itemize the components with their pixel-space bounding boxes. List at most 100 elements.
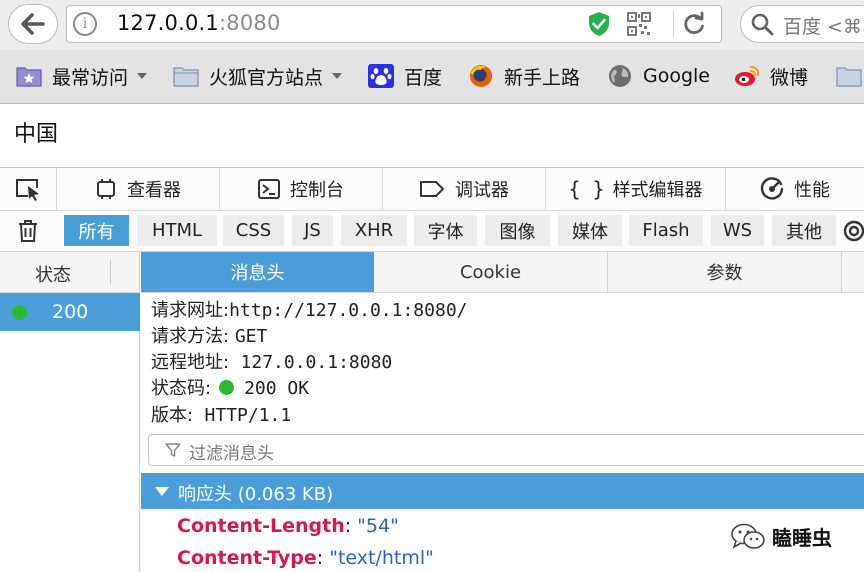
globe-icon <box>609 65 631 87</box>
chevron-down-icon <box>332 73 343 79</box>
tab-inspector-label: 查看器 <box>127 180 181 201</box>
tab-style-editor-label: 样式编辑器 <box>612 180 703 201</box>
bookmark-weibo[interactable]: 微博 <box>734 61 808 91</box>
search-icon <box>751 13 774 36</box>
remote-address-row: 远程地址: 127.0.0.1:8080 <box>151 348 392 374</box>
element-picker-button[interactable] <box>0 168 56 210</box>
bookmark-label: 火狐官方站点 <box>209 66 324 89</box>
tab-cookie[interactable]: Cookie <box>374 252 608 292</box>
page-body-text: 中国 <box>14 122 59 147</box>
filter-fonts[interactable]: 字体 <box>414 215 477 246</box>
tab-params[interactable]: 参数 <box>608 252 842 292</box>
bookmark-baidu[interactable]: 百度 <box>368 61 442 91</box>
tab-style-editor[interactable]: { } 样式编辑器 <box>545 168 725 210</box>
back-button[interactable] <box>8 4 58 44</box>
settings-cog-icon[interactable] <box>842 219 864 243</box>
status-ok-dot <box>12 305 27 320</box>
filter-ws[interactable]: WS <box>711 215 764 246</box>
bookmarks-toolbar: 最常访问 火狐官方站点 百度 新手上路 Google 微博 <box>0 50 864 104</box>
bookmark-google[interactable]: Google <box>607 61 710 91</box>
performance-gauge-icon <box>760 177 784 200</box>
filter-all[interactable]: 所有 <box>64 215 129 246</box>
request-url-value[interactable]: http://127.0.0.1:8080/ <box>229 300 467 321</box>
filter-js[interactable]: JS <box>292 215 333 246</box>
folder-icon <box>836 67 862 87</box>
remote-address-label: 远程地址: <box>151 352 230 373</box>
tab-console-label: 控制台 <box>290 180 344 201</box>
shield-check-icon[interactable] <box>587 11 611 37</box>
back-arrow-icon <box>21 13 45 35</box>
element-picker-icon <box>16 179 39 201</box>
braces-icon: { } <box>568 177 605 201</box>
remote-address-value: 127.0.0.1:8080 <box>240 352 393 373</box>
url-bar[interactable]: i 127.0.0.1:8080 <box>66 5 722 43</box>
tab-inspector[interactable]: 查看器 <box>56 168 219 210</box>
tab-console[interactable]: 控制台 <box>219 168 382 210</box>
status-code-label: 状态码: <box>151 378 212 399</box>
filter-headers-placeholder: 过滤消息头 <box>189 444 274 464</box>
request-status-code: 200 <box>52 301 89 323</box>
filter-css[interactable]: CSS <box>223 215 284 246</box>
triangle-down-icon <box>155 487 169 496</box>
trash-icon[interactable] <box>17 219 39 243</box>
inspector-icon <box>97 179 115 199</box>
weibo-icon <box>735 66 760 86</box>
funnel-icon <box>165 443 181 457</box>
header-row[interactable]: Content-Length: "54" <box>177 515 399 537</box>
watermark-text: 瞌睡虫 <box>772 526 832 550</box>
request-method-row: 请求方法: GET <box>151 322 267 348</box>
filter-headers-input[interactable]: 过滤消息头 <box>148 434 864 466</box>
filter-flash[interactable]: Flash <box>629 215 703 246</box>
network-filter-bar: 所有 HTML CSS JS XHR 字体 图像 媒体 Flash WS 其他 <box>0 211 864 252</box>
devtools-toolbar: 查看器 控制台 调试器 { } 样式编辑器 性能 <box>0 167 864 211</box>
header-row[interactable]: Content-Type: "text/html" <box>177 547 434 569</box>
response-headers-title: 响应头 (0.063 KB) <box>178 484 334 505</box>
status-code-row: 状态码: 200 OK <box>151 374 309 400</box>
firefox-icon <box>470 65 492 87</box>
star-folder-icon <box>16 67 42 87</box>
reload-icon[interactable] <box>681 11 707 37</box>
request-row[interactable]: 200 <box>0 293 140 331</box>
bookmark-more-folder[interactable] <box>836 61 864 91</box>
tab-headers[interactable]: 消息头 <box>141 252 374 292</box>
column-divider <box>110 259 111 285</box>
watermark: 瞌睡虫 <box>730 522 832 551</box>
bookmark-label: 新手上路 <box>504 66 581 89</box>
header-name: Content-Type <box>177 547 317 569</box>
filter-html[interactable]: HTML <box>137 215 217 246</box>
request-url-label: 请求网址: <box>151 300 230 321</box>
tab-performance[interactable]: 性能 <box>725 168 864 210</box>
tab-debugger[interactable]: 调试器 <box>382 168 545 210</box>
debugger-icon <box>420 181 444 197</box>
url-port: :8080 <box>219 11 281 35</box>
qr-code-icon[interactable] <box>627 12 651 36</box>
filter-media[interactable]: 媒体 <box>558 215 622 246</box>
header-value: "text/html" <box>329 547 434 569</box>
response-headers-section[interactable]: 响应头 (0.063 KB) <box>141 473 864 509</box>
web-page-content: 中国 <box>0 104 864 166</box>
status-column-header[interactable]: 状态 <box>35 261 71 287</box>
bookmark-label: 最常访问 <box>52 66 129 89</box>
bookmark-label: Google <box>643 65 711 87</box>
bookmark-getting-started[interactable]: 新手上路 <box>468 61 580 91</box>
url-bar-divider <box>673 11 674 37</box>
header-value: "54" <box>357 515 399 537</box>
url-text[interactable]: 127.0.0.1:8080 <box>117 11 281 35</box>
search-bar[interactable]: 百度 <⌘ <box>740 5 864 43</box>
filter-other[interactable]: 其他 <box>772 215 836 246</box>
filter-images[interactable]: 图像 <box>485 215 550 246</box>
url-host: 127.0.0.1 <box>117 11 219 35</box>
version-value: HTTP/1.1 <box>204 405 292 426</box>
status-code-value: 200 OK <box>244 378 310 399</box>
info-icon[interactable]: i <box>73 12 97 36</box>
bookmark-firefox-sites[interactable]: 火狐官方站点 <box>173 61 343 91</box>
chevron-down-icon <box>137 73 148 79</box>
request-method-value: GET <box>234 326 268 347</box>
console-icon <box>258 179 280 199</box>
version-label: 版本: <box>151 405 194 426</box>
version-row: 版本: HTTP/1.1 <box>151 401 291 427</box>
search-placeholder: 百度 <⌘ <box>783 16 862 38</box>
folder-icon <box>173 67 199 87</box>
bookmark-most-visited[interactable]: 最常访问 <box>16 61 148 91</box>
filter-xhr[interactable]: XHR <box>341 215 407 246</box>
